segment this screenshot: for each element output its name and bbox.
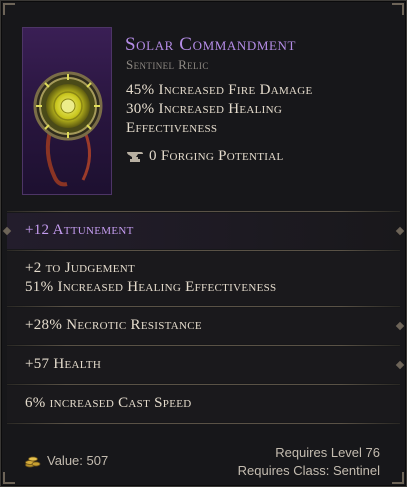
tooltip-header: Solar Commandment Sentinel Relic 45% Inc… <box>1 1 406 206</box>
divider <box>7 345 400 346</box>
frame-corner <box>392 472 404 484</box>
affix-line: +12 Attunement <box>25 222 134 238</box>
requires-class: Requires Class: Sentinel <box>237 463 380 478</box>
affix-line: +57 Health <box>25 356 102 372</box>
affix-row: +57 Health <box>7 347 400 383</box>
divider <box>7 384 400 385</box>
divider <box>7 423 400 424</box>
item-value-label: Value: 507 <box>47 453 109 468</box>
item-value: Value: 507 <box>25 453 108 468</box>
implicit-stat: 30% Increased Healing <box>126 101 283 117</box>
affix-line: 51% Increased Healing Effectiveness <box>25 279 277 295</box>
affix-row: +12 Attunement <box>7 213 400 249</box>
anvil-icon <box>127 151 143 162</box>
divider <box>7 250 400 251</box>
sun-relic-icon <box>33 71 103 187</box>
forging-potential-label: 0 Forging Potential <box>149 148 284 164</box>
affix-line: 6% increased Cast Speed <box>25 395 192 411</box>
affix-row: +28% Necrotic Resistance <box>7 308 400 344</box>
item-tooltip: Solar Commandment Sentinel Relic 45% Inc… <box>0 0 407 487</box>
affix-line: +28% Necrotic Resistance <box>25 317 202 333</box>
affix-line: +2 to Judgement <box>25 260 135 276</box>
gold-coins-icon <box>25 456 41 467</box>
frame-corner <box>3 472 15 484</box>
forging-potential: 0 Forging Potential <box>126 148 284 165</box>
requires-level: Requires Level 76 <box>275 445 380 460</box>
item-type: Sentinel Relic <box>126 57 209 72</box>
implicit-stats: 45% Increased Fire Damage 30% Increased … <box>126 81 396 138</box>
divider <box>7 211 400 212</box>
affix-row: +2 to Judgement 51% Increased Healing Ef… <box>7 252 400 305</box>
implicit-stat: Effectiveness <box>126 120 218 136</box>
item-portrait <box>22 27 112 195</box>
item-name: Solar Commandment <box>125 34 297 55</box>
implicit-stat: 45% Increased Fire Damage <box>126 82 313 98</box>
divider <box>7 306 400 307</box>
affix-row: 6% increased Cast Speed <box>7 386 400 422</box>
